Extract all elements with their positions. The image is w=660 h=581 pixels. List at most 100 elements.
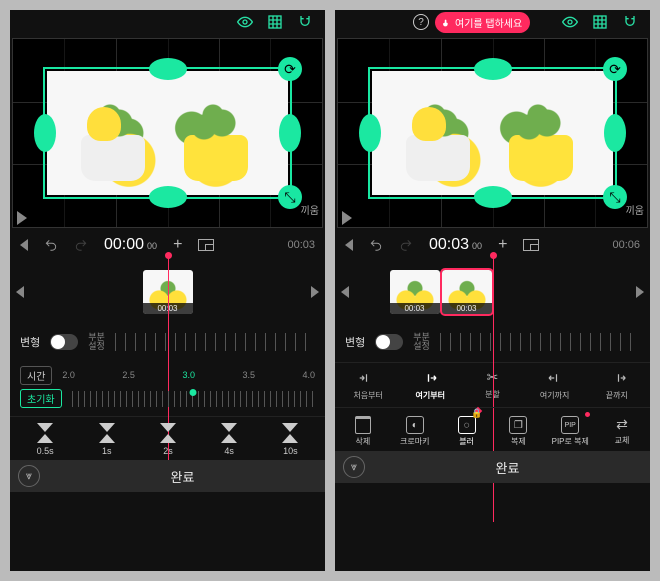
current-time: 00:0300 (429, 236, 482, 254)
delete-button[interactable]: 삭제 (341, 416, 385, 447)
tap-hint[interactable]: 여기를 탭하세요 (435, 12, 530, 33)
lock-icon: 🔒 (471, 408, 482, 419)
clip-duration: 00:03 (442, 303, 492, 314)
playhead[interactable] (168, 256, 169, 492)
crop-handle-top[interactable] (474, 58, 512, 80)
timeline-next-icon[interactable] (636, 286, 644, 298)
duplicate-icon: ❐ (509, 416, 527, 434)
blur-button[interactable]: 🔒 ◌ 블러 (445, 416, 489, 447)
trim-from-here[interactable]: 여기부터 (403, 369, 457, 401)
trim-to-end[interactable]: 끝까지 (590, 369, 644, 401)
clip[interactable]: 00:03 (390, 270, 440, 314)
time-label: 시간 (20, 366, 52, 385)
rotate-icon[interactable]: ⟳ (603, 57, 627, 81)
aspect-icon[interactable] (523, 239, 539, 251)
left-phone: ⟳ ⤡ 끼움 00:0000 + 00:03 00:03 변형 부분 설정 (10, 10, 325, 571)
crop-handle-bottom[interactable] (474, 186, 512, 208)
transform-sub-label2: 설정 (413, 342, 430, 351)
transform-label: 변형 (20, 334, 40, 350)
pip-duplicate-button[interactable]: PIP PIP로 복제 (548, 416, 592, 447)
transform-toggle[interactable] (50, 334, 78, 350)
timeline-next-icon[interactable] (311, 286, 319, 298)
duration-preset[interactable]: 10s (282, 423, 298, 456)
add-clip-icon[interactable]: + (173, 236, 182, 254)
crop-frame[interactable]: ⟳ ⤡ (43, 67, 292, 199)
add-clip-icon[interactable]: + (498, 236, 507, 254)
magnet-icon[interactable] (622, 14, 638, 30)
preview[interactable]: ⟳ ⤡ (12, 38, 323, 228)
swap-button[interactable]: ⇄ 교체 (600, 416, 644, 447)
duration-preset[interactable]: 1s (99, 423, 115, 456)
timeline-prev-icon[interactable] (341, 286, 349, 298)
hourglass-icon (221, 423, 237, 443)
visibility-icon[interactable] (237, 14, 253, 30)
scale-marker[interactable] (190, 389, 197, 396)
redo-icon[interactable] (74, 238, 88, 252)
transform-ruler[interactable] (440, 333, 640, 351)
crop-handle-left[interactable] (359, 114, 381, 152)
help-icon[interactable]: ? (413, 14, 429, 30)
duplicate-button[interactable]: ❐ 복제 (496, 416, 540, 447)
timeline[interactable]: 00:03 (10, 262, 325, 322)
current-time: 00:0000 (104, 236, 157, 254)
timeline[interactable]: 00:03 00:03 (335, 262, 650, 322)
clip-image (372, 71, 613, 195)
scale-ruler[interactable] (72, 391, 315, 407)
fit-mode-label[interactable]: 끼움 (301, 202, 319, 217)
scale-icon[interactable]: ⤡ (278, 185, 302, 209)
timeline-prev-icon[interactable] (16, 286, 24, 298)
rotate-icon[interactable]: ⟳ (278, 57, 302, 81)
undo-icon[interactable] (44, 238, 58, 252)
preview[interactable]: ⟳ ⤡ (337, 38, 648, 228)
brand-icon[interactable]: ⩔ (18, 465, 40, 487)
trim-from-start[interactable]: 처음부터 (341, 369, 395, 401)
grid-icon[interactable] (267, 14, 283, 30)
clip-selected[interactable]: 00:03 (442, 270, 492, 314)
tap-hint-label: 여기를 탭하세요 (455, 15, 522, 30)
clip-image (47, 71, 288, 195)
done-bar: ⩔ 완료 (335, 451, 650, 483)
transform-ruler[interactable] (115, 333, 315, 351)
person-icon: ◐ (406, 416, 424, 434)
crop-handle-top[interactable] (149, 58, 187, 80)
chromakey-button[interactable]: ◐ 크로마키 (393, 416, 437, 447)
redo-icon[interactable] (399, 238, 413, 252)
scale-tick[interactable]: 4.0 (302, 370, 315, 380)
aspect-icon[interactable] (198, 239, 214, 251)
duration-preset[interactable]: 0.5s (37, 423, 54, 456)
crop-handle-left[interactable] (34, 114, 56, 152)
crop-handle-right[interactable] (604, 114, 626, 152)
crop-handle-right[interactable] (279, 114, 301, 152)
scale-tick[interactable]: 2.5 (122, 370, 135, 380)
fit-mode-label[interactable]: 끼움 (626, 202, 644, 217)
transform-toggle[interactable] (375, 334, 403, 350)
crop-handle-bottom[interactable] (149, 186, 187, 208)
topbar (10, 10, 325, 34)
right-phone: ? 여기를 탭하세요 ⟳ (335, 10, 650, 571)
scale-tick[interactable]: 3.5 (242, 370, 255, 380)
play-icon[interactable] (342, 211, 352, 225)
total-time: 00:03 (287, 239, 315, 251)
scale-icon[interactable]: ⤡ (603, 185, 627, 209)
total-time: 00:06 (612, 239, 640, 251)
scale-tick[interactable]: 2.0 (62, 370, 75, 380)
hourglass-icon (37, 423, 53, 443)
crop-frame[interactable]: ⟳ ⤡ (368, 67, 617, 199)
done-button[interactable]: 완료 (40, 467, 325, 486)
undo-icon[interactable] (369, 238, 383, 252)
prev-frame-icon[interactable] (345, 239, 353, 251)
trim-to-here[interactable]: 여기까지 (528, 369, 582, 401)
grid-icon[interactable] (592, 14, 608, 30)
magnet-icon[interactable] (297, 14, 313, 30)
hourglass-icon (99, 423, 115, 443)
transform-label: 변형 (345, 334, 365, 350)
reset-button[interactable]: 초기화 (20, 389, 62, 408)
visibility-icon[interactable] (562, 14, 578, 30)
prev-frame-icon[interactable] (20, 239, 28, 251)
done-button[interactable]: 완료 (365, 458, 650, 477)
play-icon[interactable] (17, 211, 27, 225)
duration-preset[interactable]: 4s (221, 423, 237, 456)
brand-icon[interactable]: ⩔ (343, 456, 365, 478)
scale-tick[interactable]: 3.0 (182, 370, 195, 380)
topbar: ? 여기를 탭하세요 (335, 10, 650, 34)
